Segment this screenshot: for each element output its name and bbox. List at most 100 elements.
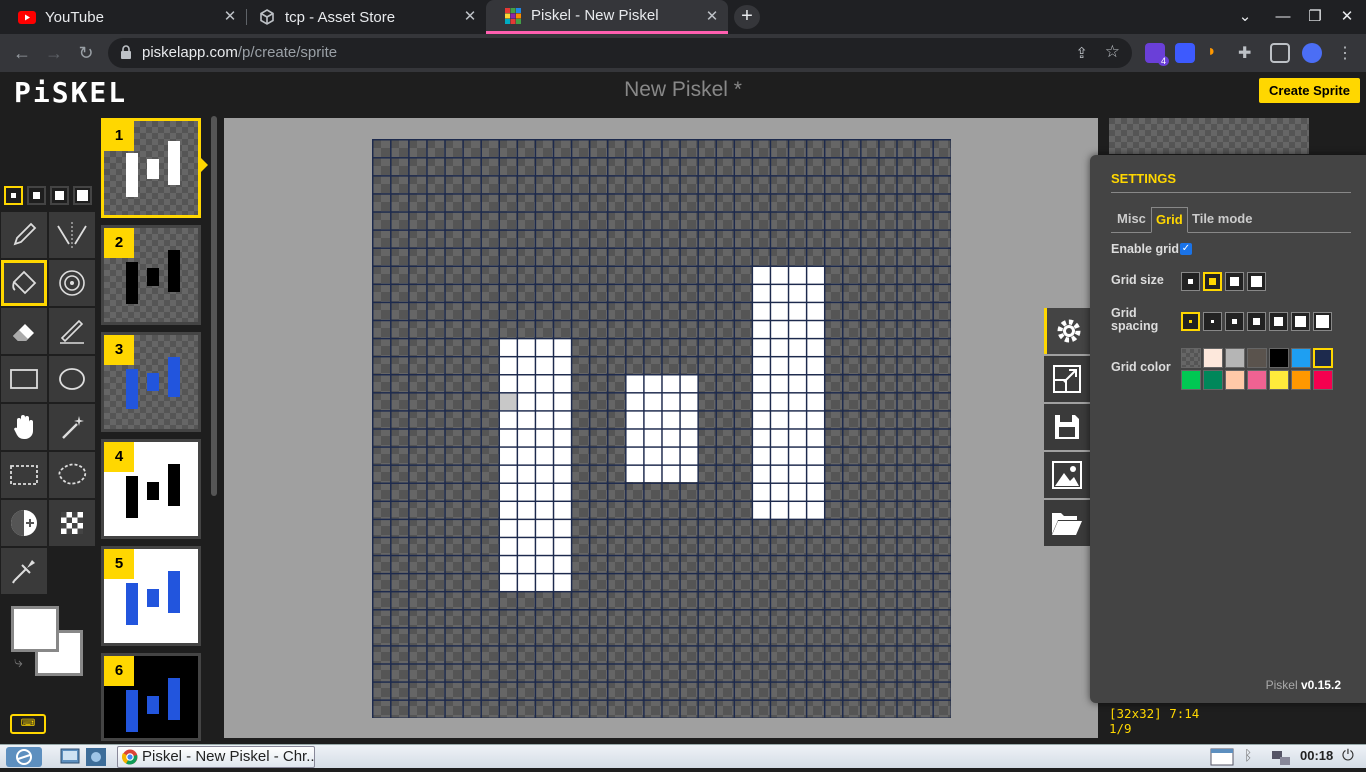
frame-6[interactable]: 6 <box>101 653 201 741</box>
bookmark-star-icon[interactable]: ☆ <box>1105 42 1120 62</box>
grid-color-yellow[interactable] <box>1269 370 1289 390</box>
settings-button[interactable] <box>1044 308 1090 354</box>
grid-color-dark-green[interactable] <box>1203 370 1223 390</box>
show-desktop-icon[interactable] <box>60 747 82 767</box>
tab-search-icon[interactable]: ⌄ <box>1228 0 1262 34</box>
grid-color-navy[interactable] <box>1313 348 1333 368</box>
power-icon[interactable]: ⏻ <box>1342 747 1360 767</box>
tab-tile-mode[interactable]: Tile mode <box>1192 207 1252 233</box>
stroke-tool[interactable] <box>49 308 95 354</box>
grid-size-1[interactable] <box>1181 272 1200 291</box>
save-button[interactable] <box>1044 404 1090 450</box>
start-menu-icon[interactable] <box>4 747 44 767</box>
frame-1[interactable]: 1 <box>101 118 201 218</box>
menu-kebab-icon[interactable]: ⋮ <box>1335 43 1355 63</box>
task-title: Piskel - New Piskel - Chr... <box>142 748 315 765</box>
shape-selection-tool[interactable] <box>49 404 95 450</box>
pen-size-4[interactable] <box>73 186 92 205</box>
pen-size-3[interactable] <box>50 186 69 205</box>
vertical-mirror-pen-tool[interactable] <box>49 212 95 258</box>
grid-color-orange[interactable] <box>1291 370 1311 390</box>
paint-bucket-tool[interactable] <box>1 260 47 306</box>
window-close-icon[interactable]: ✕ <box>1330 0 1364 34</box>
extensions-puzzle-icon[interactable]: ✚ <box>1238 43 1258 63</box>
eraser-tool[interactable] <box>1 308 47 354</box>
network-icon[interactable] <box>1270 747 1292 767</box>
circle-tool[interactable] <box>49 356 95 402</box>
rectangle-selection-tool[interactable] <box>1 452 47 498</box>
pen-size-2[interactable] <box>27 186 46 205</box>
back-icon[interactable]: ← <box>10 41 34 65</box>
move-tool[interactable] <box>1 404 47 450</box>
forward-icon[interactable]: → <box>42 41 66 65</box>
grid-color-cream[interactable] <box>1203 348 1223 368</box>
frames-scrollbar[interactable] <box>211 116 217 496</box>
pen-size-1[interactable] <box>4 186 23 205</box>
paint-same-color-tool[interactable] <box>49 260 95 306</box>
grid-spacing-5[interactable] <box>1269 312 1288 331</box>
drawing-canvas[interactable] <box>372 139 951 718</box>
extension-icon[interactable]: 4 <box>1145 43 1169 66</box>
profile-avatar[interactable] <box>1302 43 1322 63</box>
grid-spacing-4[interactable] <box>1247 312 1266 331</box>
grid-color-blue[interactable] <box>1291 348 1311 368</box>
tab-piskel[interactable]: Piskel - New Piskel ✕ <box>486 0 728 34</box>
lasso-selection-tool[interactable] <box>49 452 95 498</box>
frame-3[interactable]: 3 <box>101 332 201 432</box>
grid-color-transparent[interactable] <box>1181 348 1201 368</box>
reload-icon[interactable]: ↻ <box>74 41 98 65</box>
grid-color-dark-gray[interactable] <box>1247 348 1267 368</box>
notes-tray-icon[interactable] <box>1210 747 1234 767</box>
close-icon[interactable]: ✕ <box>462 9 478 25</box>
side-panel-icon[interactable] <box>1270 43 1290 63</box>
create-sprite-button[interactable]: Create Sprite <box>1259 78 1360 103</box>
keyboard-shortcuts-icon[interactable]: ⌨ <box>10 714 46 734</box>
grid-spacing-3[interactable] <box>1225 312 1244 331</box>
rect-select-icon <box>10 465 38 485</box>
frame-4[interactable]: 4 <box>101 439 201 539</box>
workspace-icon[interactable] <box>85 747 107 767</box>
grid-color-black[interactable] <box>1269 348 1289 368</box>
grid-color-red[interactable] <box>1313 370 1333 390</box>
taskbar-chrome-window[interactable]: Piskel - New Piskel - Chr... <box>117 746 315 768</box>
grid-spacing-1[interactable] <box>1181 312 1200 331</box>
color-picker-tool[interactable] <box>1 548 47 594</box>
rectangle-tool[interactable] <box>1 356 47 402</box>
minimize-icon[interactable]: — <box>1266 0 1300 34</box>
grid-spacing-6[interactable] <box>1291 312 1310 331</box>
close-icon[interactable]: ✕ <box>704 9 720 25</box>
frame-5[interactable]: 5 <box>101 546 201 646</box>
grid-size-2[interactable] <box>1203 272 1222 291</box>
grid-spacing-7[interactable] <box>1313 312 1332 331</box>
extension-shield-icon[interactable] <box>1175 43 1195 63</box>
new-tab-button[interactable]: + <box>734 5 760 29</box>
share-icon[interactable]: ⇪ <box>1075 44 1088 62</box>
lighten-tool[interactable] <box>1 500 47 546</box>
maximize-icon[interactable]: ❐ <box>1298 0 1332 34</box>
grid-size-3[interactable] <box>1225 272 1244 291</box>
address-bar[interactable]: piskelapp.com/p/create/sprite ⇪ ☆ <box>108 38 1132 68</box>
pen-tool[interactable] <box>1 212 47 258</box>
import-button[interactable] <box>1044 500 1090 546</box>
grid-spacing-2[interactable] <box>1203 312 1222 331</box>
bluetooth-icon[interactable]: ᛒ <box>1244 747 1258 767</box>
primary-color[interactable] <box>11 606 59 652</box>
export-button[interactable] <box>1044 452 1090 498</box>
enable-grid-checkbox[interactable]: ✓ <box>1180 243 1192 255</box>
grid-size-4[interactable] <box>1247 272 1266 291</box>
tab-youtube[interactable]: YouTube ✕ <box>0 0 246 34</box>
extension-flame-icon[interactable]: ◗ <box>1207 43 1227 63</box>
swap-colors-icon[interactable]: ⤷ <box>14 654 23 672</box>
piskel-header: PiSKEL New Piskel * Create Sprite <box>0 72 1366 109</box>
close-icon[interactable]: ✕ <box>222 9 238 25</box>
tab-misc[interactable]: Misc <box>1117 207 1146 233</box>
grid-color-pink[interactable] <box>1247 370 1267 390</box>
grid-color-peach[interactable] <box>1225 370 1245 390</box>
tab-grid[interactable]: Grid <box>1151 207 1188 233</box>
dithering-tool[interactable] <box>49 500 95 546</box>
grid-color-light-gray[interactable] <box>1225 348 1245 368</box>
tab-asset-store[interactable]: tcp - Asset Store ✕ <box>240 0 486 34</box>
resize-button[interactable] <box>1044 356 1090 402</box>
frame-2[interactable]: 2 <box>101 225 201 325</box>
grid-color-green[interactable] <box>1181 370 1201 390</box>
